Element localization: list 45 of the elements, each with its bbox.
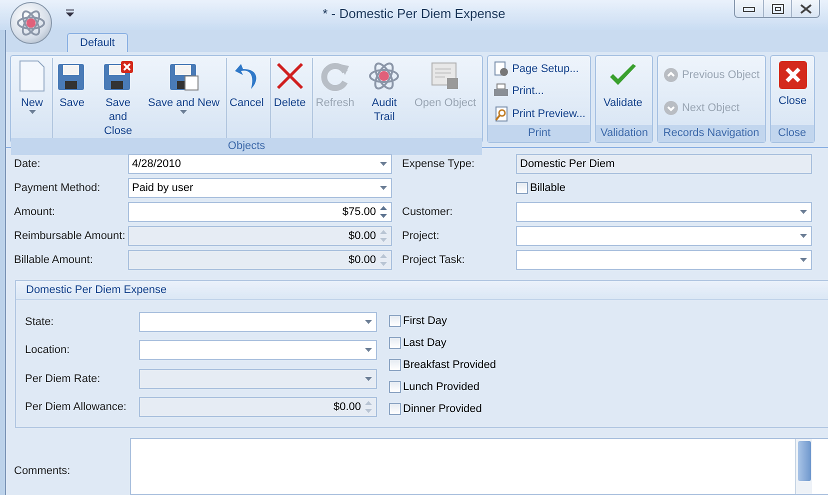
field-label: Per Diem Allowance: xyxy=(25,400,128,413)
group-caption: Objects xyxy=(11,138,482,155)
checkbox[interactable]: First Day xyxy=(389,311,496,331)
field-label: Billable Amount: xyxy=(14,254,94,266)
field-label: Date: xyxy=(14,158,42,170)
ribbon-button[interactable]: New xyxy=(14,58,49,138)
field-label: Project: xyxy=(402,230,440,242)
checkbox[interactable]: Breakfast Provided xyxy=(389,355,496,375)
ribbon-button[interactable]: Print Preview... xyxy=(493,106,586,122)
spin-field: $0.00 xyxy=(128,250,392,270)
field-label: Expense Type: xyxy=(402,158,476,170)
spin-field: $0.00 xyxy=(128,226,392,246)
field-label: Amount: xyxy=(14,206,56,218)
group-title: Domestic Per Diem Expense xyxy=(16,281,828,300)
window-title: * - Domestic Per Diem Expense xyxy=(322,6,506,21)
checkbox[interactable]: Billable xyxy=(516,178,812,198)
spin-field: $0.00 xyxy=(139,396,377,417)
field-label: Project Task: xyxy=(402,254,466,266)
ribbon-button[interactable]: Save xyxy=(52,58,91,138)
field-label: State: xyxy=(25,316,55,328)
spin-field[interactable]: $75.00 xyxy=(128,202,392,222)
group-caption: Validation xyxy=(596,125,652,142)
text-field: Domestic Per Diem xyxy=(516,154,812,174)
group-caption: Close xyxy=(770,125,814,142)
field-label: Per Diem Rate: xyxy=(25,372,102,385)
group-caption: Records Navigation xyxy=(658,125,765,142)
field-label: Reimbursable Amount: xyxy=(14,230,126,242)
ribbon-button[interactable]: Close xyxy=(774,58,811,125)
checkbox[interactable]: Dinner Provided xyxy=(389,399,496,419)
ribbon-button[interactable]: Save and Close xyxy=(91,58,144,138)
group-caption: Print xyxy=(488,125,590,142)
ribbon-tab[interactable]: Default xyxy=(67,33,128,52)
ribbon-button[interactable]: Page Setup... xyxy=(493,61,586,78)
field-label: Payment Method: xyxy=(14,182,102,194)
field-label: Location: xyxy=(25,344,71,356)
checkbox[interactable]: Last Day xyxy=(389,333,496,353)
field-label: Comments: xyxy=(14,464,70,476)
ribbon-button[interactable]: Save and New xyxy=(144,58,223,138)
combo-field[interactable]: 4/28/2010 xyxy=(128,154,392,174)
ribbon-button[interactable]: Audit Trail xyxy=(357,58,410,138)
combo-field[interactable]: Paid by user xyxy=(128,178,392,198)
field-label: Customer: xyxy=(402,206,454,218)
ribbon-button[interactable]: Print... xyxy=(493,83,586,100)
checkbox[interactable]: Lunch Provided xyxy=(389,377,496,397)
ribbon-button[interactable]: Validate xyxy=(599,58,646,125)
